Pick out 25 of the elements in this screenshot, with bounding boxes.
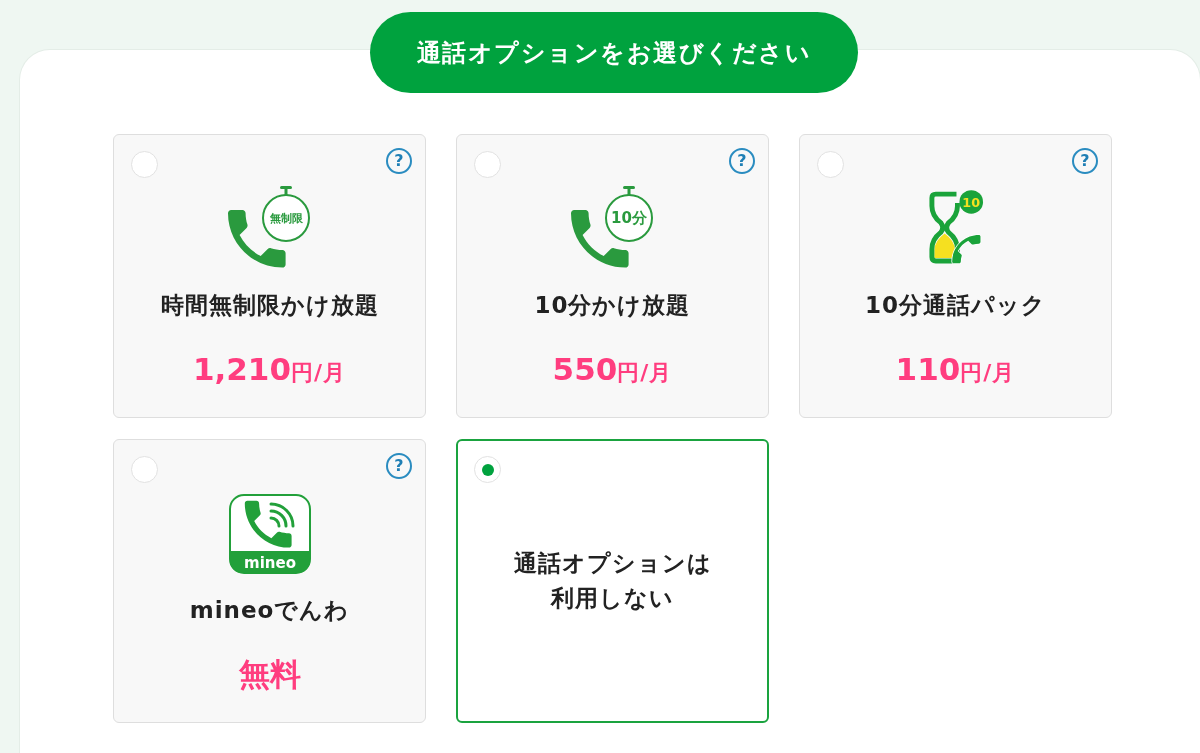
- radio-button[interactable]: [131, 151, 158, 178]
- price-text: 110円/月: [895, 350, 1016, 389]
- phone-app-icon: mineo: [228, 494, 311, 574]
- option-card[interactable]: ? 無制限 時間無制限かけ放題 1,210円/月: [113, 134, 426, 418]
- price-text: 550円/月: [552, 350, 673, 389]
- help-button[interactable]: ?: [386, 453, 412, 479]
- radio-button[interactable]: [474, 151, 501, 178]
- radio-button[interactable]: [817, 151, 844, 178]
- option-title: mineoでんわ: [189, 596, 350, 625]
- help-button[interactable]: ?: [729, 148, 755, 174]
- option-card[interactable]: ? 10 10分通話パック 110円/月: [799, 134, 1112, 418]
- help-button[interactable]: ?: [1072, 148, 1098, 174]
- option-title: 通話オプションは利用しない: [512, 549, 713, 613]
- help-button[interactable]: ?: [386, 148, 412, 174]
- price-text: 無料: [238, 655, 301, 694]
- radio-button[interactable]: [474, 456, 501, 483]
- price-text: 1,210円/月: [192, 350, 347, 389]
- radio-button[interactable]: [131, 456, 158, 483]
- option-title: 10分かけ放題: [534, 291, 691, 320]
- option-title: 10分通話パック: [865, 291, 1046, 320]
- option-title: 時間無制限かけ放題: [160, 291, 379, 320]
- option-card[interactable]: ? mineo mineoでんわ 無料: [113, 439, 426, 723]
- option-card[interactable]: ? 10分 10分かけ放題 550円/月: [456, 134, 769, 418]
- section-title: 通話オプションをお選びください: [370, 12, 858, 93]
- option-card[interactable]: 通話オプションは利用しない: [456, 439, 769, 723]
